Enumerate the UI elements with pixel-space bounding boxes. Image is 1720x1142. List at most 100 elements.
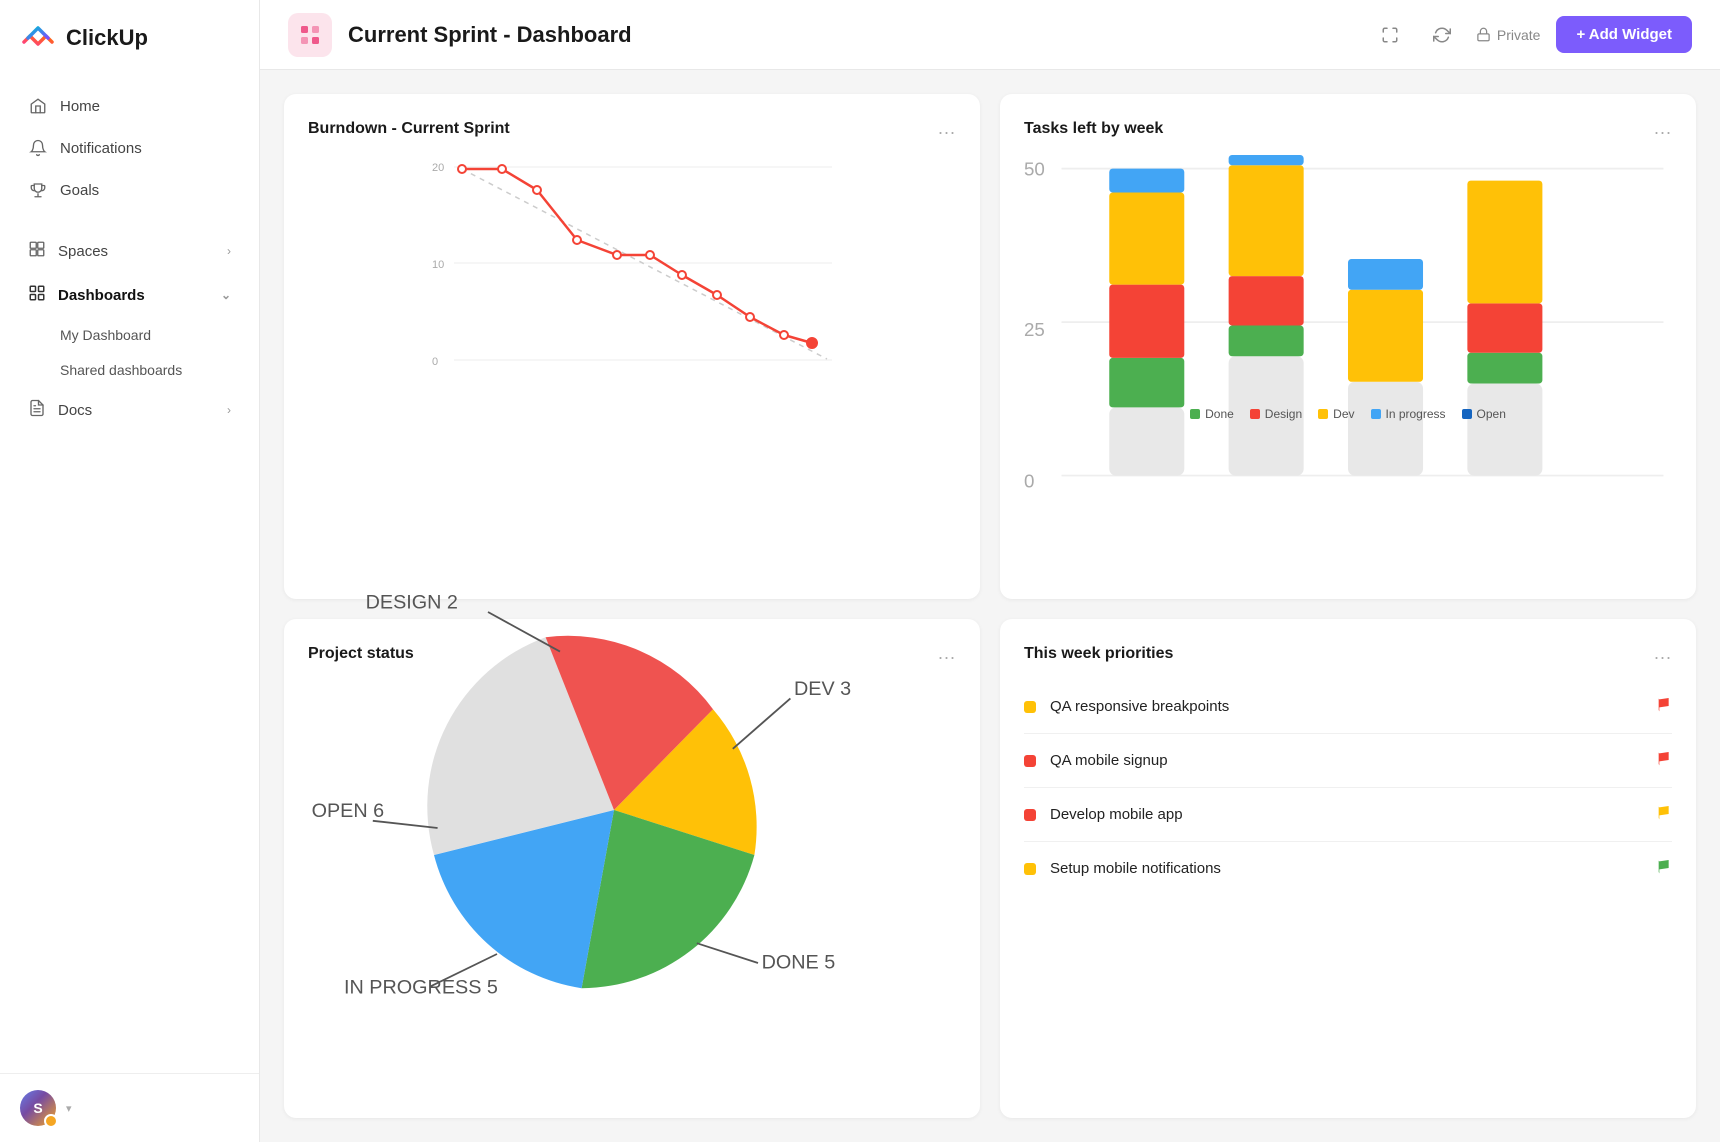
sidebar-item-dashboards[interactable]: Dashboards ⌄	[8, 274, 251, 316]
priority-item-0: QA responsive breakpoints	[1024, 680, 1672, 734]
pie-chart-svg: DEV 3 DONE 5 IN PROGRESS 5 OPEN 6 DESIGN…	[308, 576, 956, 1044]
legend-open-dot	[1462, 409, 1472, 419]
priority-dot-3	[1024, 863, 1036, 875]
svg-text:DEV 3: DEV 3	[794, 678, 851, 700]
sidebar-item-my-dashboard-label: My Dashboard	[60, 327, 151, 343]
user-avatar-wrap: S	[20, 1090, 56, 1126]
priority-item-3: Setup mobile notifications	[1024, 842, 1672, 895]
burndown-chart: 20 10 0	[308, 155, 956, 375]
priority-label-3: Setup mobile notifications	[1050, 860, 1642, 877]
legend-in-progress: In progress	[1371, 407, 1446, 421]
private-label: Private	[1497, 27, 1541, 43]
legend-open: Open	[1462, 407, 1506, 421]
priority-dot-1	[1024, 755, 1036, 767]
legend-dev-label: Dev	[1333, 407, 1354, 421]
priorities-menu[interactable]: ...	[1654, 643, 1672, 664]
legend-done-dot	[1190, 409, 1200, 419]
page-title: Current Sprint - Dashboard	[348, 22, 1356, 48]
sidebar-item-docs-label: Docs	[58, 402, 92, 419]
sidebar-item-spaces-label: Spaces	[58, 243, 108, 260]
svg-text:20: 20	[432, 162, 444, 174]
svg-text:50: 50	[1024, 158, 1045, 179]
legend-dev-dot	[1318, 409, 1328, 419]
svg-text:25: 25	[1024, 319, 1045, 340]
sidebar-item-docs[interactable]: Docs ›	[8, 389, 251, 431]
sidebar-item-dashboards-label: Dashboards	[58, 287, 145, 304]
docs-icon	[28, 399, 46, 421]
priority-label-0: QA responsive breakpoints	[1050, 698, 1642, 715]
dashboards-icon	[28, 284, 46, 306]
sidebar-item-notifications[interactable]: Notifications	[8, 128, 251, 168]
tasks-by-week-widget: Tasks left by week ... 50 25 0	[1000, 94, 1696, 599]
svg-text:10: 10	[432, 259, 444, 271]
svg-text:OPEN 6: OPEN 6	[312, 800, 385, 822]
svg-text:0: 0	[432, 356, 438, 368]
sidebar-navigation: Home Notifications Goals	[0, 76, 259, 1073]
sidebar: ClickUp Home Notifications	[0, 0, 260, 1142]
expand-button[interactable]	[1372, 17, 1408, 53]
bar-chart-svg: 50 25 0	[1024, 155, 1672, 496]
bar-chart: 50 25 0	[1024, 155, 1672, 395]
sidebar-item-goals-label: Goals	[60, 182, 99, 199]
sidebar-item-shared-dashboards-label: Shared dashboards	[60, 362, 182, 378]
legend-design-label: Design	[1265, 407, 1302, 421]
svg-text:IN PROGRESS 5: IN PROGRESS 5	[344, 977, 498, 999]
logo-text: ClickUp	[66, 25, 148, 51]
sidebar-item-spaces[interactable]: Spaces ›	[8, 230, 251, 272]
priority-flag-1	[1656, 750, 1672, 771]
pie-chart-wrap: DEV 3 DONE 5 IN PROGRESS 5 OPEN 6 DESIGN…	[308, 680, 956, 940]
legend-done-label: Done	[1205, 407, 1234, 421]
dashboard-grid: Burndown - Current Sprint ... 20 10 0	[260, 70, 1720, 1142]
priority-dot-0	[1024, 701, 1036, 713]
user-chevron-icon[interactable]: ▾	[66, 1102, 72, 1115]
legend-design-dot	[1250, 409, 1260, 419]
bell-icon	[28, 138, 48, 158]
clickup-logo-icon	[20, 20, 56, 56]
add-widget-button[interactable]: + Add Widget	[1556, 16, 1692, 53]
private-badge: Private	[1476, 27, 1541, 43]
priority-label-2: Develop mobile app	[1050, 806, 1642, 823]
legend-done: Done	[1190, 407, 1234, 421]
priority-dot-2	[1024, 809, 1036, 821]
burndown-svg: 20 10 0	[308, 155, 956, 375]
priorities-title: This week priorities	[1024, 645, 1173, 663]
priority-label-1: QA mobile signup	[1050, 752, 1642, 769]
legend-design: Design	[1250, 407, 1302, 421]
tasks-by-week-title: Tasks left by week	[1024, 120, 1163, 138]
spaces-icon	[28, 240, 46, 262]
priority-list: QA responsive breakpoints QA mobile sign…	[1024, 680, 1672, 895]
sidebar-item-shared-dashboards[interactable]: Shared dashboards	[8, 353, 251, 387]
tasks-by-week-menu[interactable]: ...	[1654, 118, 1672, 139]
svg-text:0: 0	[1024, 471, 1034, 492]
legend-in-progress-dot	[1371, 409, 1381, 419]
svg-text:DONE 5: DONE 5	[762, 951, 836, 973]
priorities-header: This week priorities ...	[1024, 643, 1672, 664]
logo-area: ClickUp	[0, 0, 259, 76]
sidebar-item-home[interactable]: Home	[8, 86, 251, 126]
burndown-widget: Burndown - Current Sprint ... 20 10 0	[284, 94, 980, 599]
topbar: Current Sprint - Dashboard Private	[260, 0, 1720, 70]
spaces-chevron-icon: ›	[227, 244, 231, 258]
sidebar-item-home-label: Home	[60, 98, 100, 115]
project-status-widget: Project status ...	[284, 619, 980, 1118]
priority-item-1: QA mobile signup	[1024, 734, 1672, 788]
sidebar-item-notifications-label: Notifications	[60, 140, 142, 157]
legend-in-progress-label: In progress	[1386, 407, 1446, 421]
burndown-menu[interactable]: ...	[938, 118, 956, 139]
sidebar-item-my-dashboard[interactable]: My Dashboard	[8, 318, 251, 352]
sidebar-footer[interactable]: S ▾	[0, 1073, 259, 1142]
trophy-icon	[28, 180, 48, 200]
priority-item-2: Develop mobile app	[1024, 788, 1672, 842]
burndown-header: Burndown - Current Sprint ...	[308, 118, 956, 139]
priority-flag-3	[1656, 858, 1672, 879]
priority-flag-0	[1656, 696, 1672, 717]
sidebar-item-goals[interactable]: Goals	[8, 170, 251, 210]
avatar-badge	[44, 1114, 58, 1128]
topbar-dashboard-icon	[288, 13, 332, 57]
refresh-button[interactable]	[1424, 17, 1460, 53]
tasks-by-week-header: Tasks left by week ...	[1024, 118, 1672, 139]
topbar-actions: Private + Add Widget	[1372, 16, 1692, 53]
burndown-title: Burndown - Current Sprint	[308, 120, 510, 138]
home-icon	[28, 96, 48, 116]
priority-flag-2	[1656, 804, 1672, 825]
